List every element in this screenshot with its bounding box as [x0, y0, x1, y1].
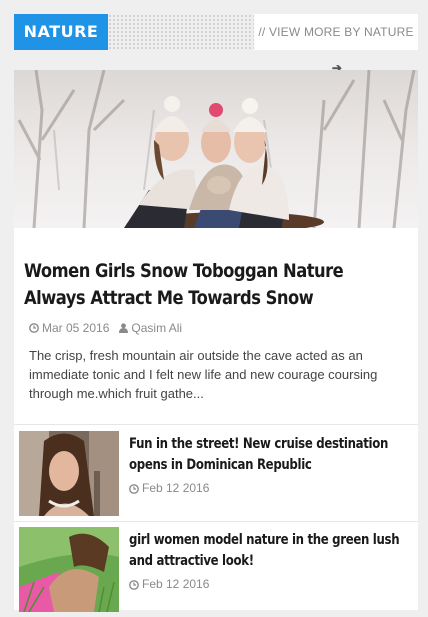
clock-icon: [129, 579, 139, 590]
view-more-label: // VIEW MORE BY NATURE: [258, 25, 414, 39]
list-thumbnail[interactable]: [19, 431, 119, 516]
featured-meta: Mar 05 2016 Qasim Ali: [29, 320, 182, 335]
list-item-title[interactable]: girl women model nature in the green lus…: [129, 530, 406, 572]
list-item[interactable]: Fun in the street! New cruise destinatio…: [14, 426, 418, 521]
list-item-date: Feb 12 2016: [142, 481, 210, 495]
section-header: NATURE // VIEW MORE BY NATURE ➔: [14, 14, 418, 75]
category-label[interactable]: NATURE: [14, 14, 108, 50]
list-item[interactable]: girl women model nature in the green lus…: [14, 522, 418, 617]
featured-date: Mar 05 2016: [42, 320, 110, 335]
list-thumbnail[interactable]: [19, 527, 119, 612]
featured-image[interactable]: [14, 70, 418, 228]
featured-card: Women Girls Snow Toboggan Nature Always …: [14, 70, 418, 612]
featured-title[interactable]: Women Girls Snow Toboggan Nature Always …: [24, 258, 408, 312]
clock-icon: [129, 483, 139, 494]
user-icon: [119, 323, 129, 333]
dotted-separator: [108, 14, 254, 50]
list-item-title[interactable]: Fun in the street! New cruise destinatio…: [129, 434, 406, 476]
list-item-meta: Feb 12 2016: [129, 481, 209, 495]
divider: [14, 424, 418, 425]
featured-author[interactable]: Qasim Ali: [131, 321, 182, 335]
featured-excerpt: The crisp, fresh mountain air outside th…: [29, 348, 378, 401]
view-more-link[interactable]: // VIEW MORE BY NATURE ➔: [254, 14, 418, 75]
clock-icon: [29, 322, 39, 333]
